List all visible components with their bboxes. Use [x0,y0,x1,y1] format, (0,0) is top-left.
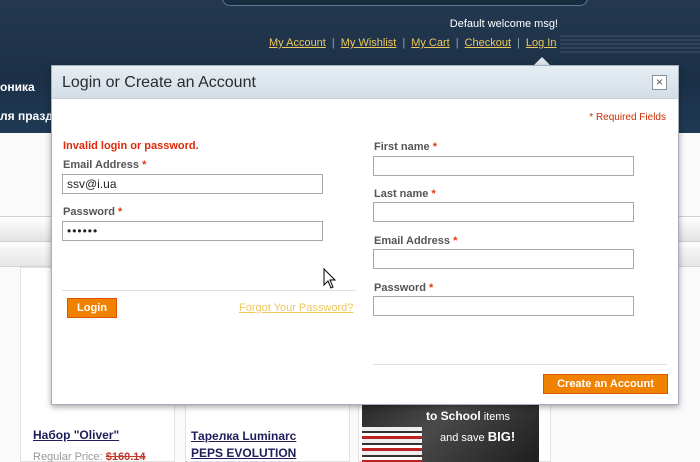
banner-text-rest: and save [440,432,488,444]
mouse-pointer-icon [323,268,337,289]
last-name-input[interactable] [373,202,634,222]
link-separator: | [402,37,406,49]
link-separator: | [517,37,520,49]
header-top-box [222,0,588,6]
login-email-input[interactable] [62,174,323,194]
banner-text-bold: to School [426,409,481,423]
checkout-link[interactable]: Checkout [465,37,511,49]
product-price: Regular Price: $160.14 [33,451,146,462]
banner-text: to School items [426,409,510,423]
password-label: Password * [63,206,122,218]
nav-item-fragment[interactable]: ля празд [0,109,53,123]
last-name-label: Last name * [374,188,436,200]
create-account-button[interactable]: Create an Account [543,374,668,394]
required-marker: * [453,235,458,247]
required-marker: * [431,188,436,200]
top-links: My Account | My Wishlist | My Cart | Che… [269,37,556,49]
label-text: Last name [374,188,429,200]
label-text: Email Address [374,235,451,247]
label-text: Password [63,206,115,218]
required-marker: * [429,282,434,294]
register-email-input[interactable] [373,249,634,269]
first-name-input[interactable] [373,156,634,176]
label-text: Email Address [63,159,140,171]
banner-text: and save BIG! [440,429,515,444]
email-label: Email Address * [63,159,146,171]
back-to-school-banner[interactable]: to School items and save BIG! [362,403,539,462]
banner-text-bold: BIG! [487,429,516,444]
label-text: First name [374,141,430,153]
login-button[interactable]: Login [67,298,117,318]
required-fields-note: * Required Fields [589,112,666,123]
product-name-link[interactable]: Тарелка Luminarc PEPS EVOLUTION [191,428,331,462]
my-cart-link[interactable]: My Cart [411,37,450,49]
required-marker: * [142,159,147,171]
old-price: $160.14 [105,451,146,462]
nav-item-fragment[interactable]: оника [0,80,35,94]
welcome-message: Default welcome msg! [449,18,558,30]
price-label: Regular Price: [33,451,103,462]
my-account-link[interactable]: My Account [269,37,326,49]
link-separator: | [331,37,335,49]
divider [373,364,667,365]
login-modal: Login or Create an Account × * Required … [51,65,679,405]
register-email-label: Email Address * [374,235,457,247]
my-wishlist-link[interactable]: My Wishlist [341,37,397,49]
login-error-message: Invalid login or password. [63,140,199,152]
log-in-link[interactable]: Log In [526,37,557,49]
divider [62,290,356,291]
product-name-link[interactable]: Набор "Oliver" [33,428,119,442]
required-marker: * [118,206,123,218]
label-text: Password [374,282,426,294]
login-password-input[interactable] [62,221,323,241]
header-stripe [560,33,700,53]
register-password-label: Password * [374,282,433,294]
close-icon[interactable]: × [652,75,667,90]
register-password-input[interactable] [373,296,634,316]
first-name-label: First name * [374,141,437,153]
link-separator: | [455,37,459,49]
banner-text-rest: items [480,411,511,423]
forgot-password-link[interactable]: Forgot Your Password? [239,302,353,314]
modal-header: Login or Create an Account × [52,66,678,99]
books-image [362,427,422,462]
required-marker: * [432,141,437,153]
modal-title: Login or Create an Account [62,74,256,91]
